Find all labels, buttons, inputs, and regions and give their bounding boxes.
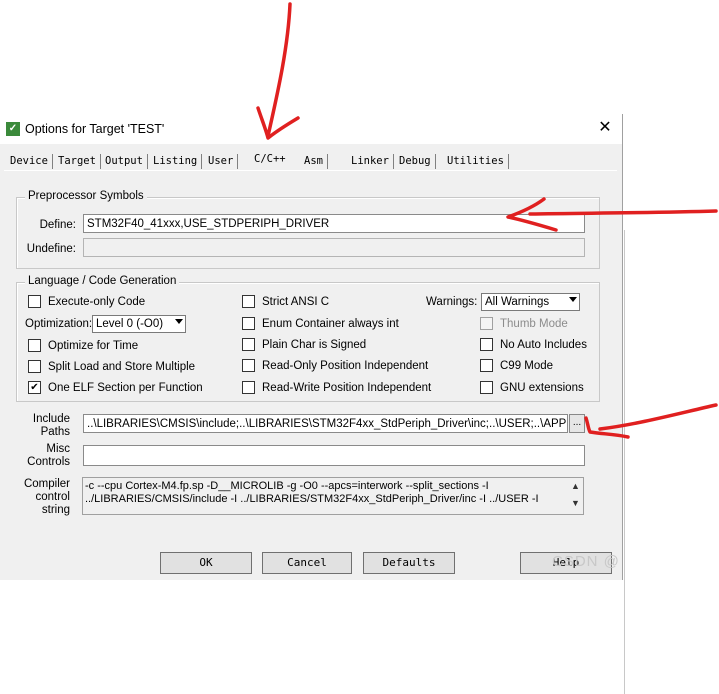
annotation-arrow-define (506, 197, 718, 232)
annotation-arrow-include (584, 403, 718, 439)
annotation-arrow-tab (256, 2, 300, 140)
annotation-overlay (256, 2, 718, 439)
